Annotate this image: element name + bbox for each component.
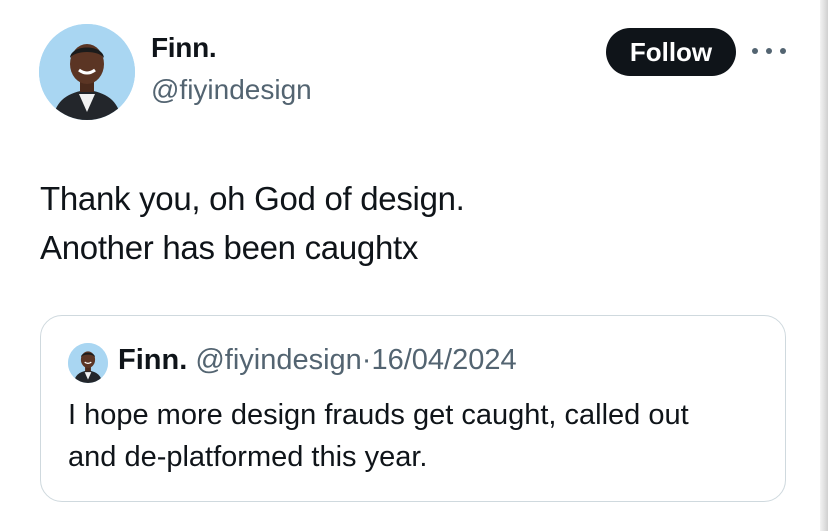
author-handle[interactable]: @fiyindesign xyxy=(151,74,312,106)
person-avatar-icon xyxy=(68,343,108,383)
scrollbar[interactable] xyxy=(820,0,828,531)
more-horizontal-icon[interactable] xyxy=(752,44,786,58)
author-avatar[interactable] xyxy=(39,24,135,120)
quoted-author-handle[interactable]: @fiyindesign xyxy=(195,344,361,376)
tweet-line: Thank you, oh God of design. xyxy=(40,180,465,217)
quoted-date[interactable]: 16/04/2024 xyxy=(371,344,516,376)
follow-button[interactable]: Follow xyxy=(606,28,736,76)
tweet-line: Another has been caughtx xyxy=(40,229,419,266)
more-dot xyxy=(780,48,786,54)
person-avatar-icon xyxy=(39,24,135,120)
more-dot xyxy=(766,48,772,54)
more-dot xyxy=(752,48,758,54)
author-name[interactable]: Finn. xyxy=(151,32,217,64)
quoted-author-avatar[interactable] xyxy=(68,343,108,383)
quoted-header: Finn. @fiyindesign·16/04/2024 xyxy=(118,344,517,377)
tweet-text: Thank you, oh God of design. Another has… xyxy=(40,174,465,272)
quoted-author-name[interactable]: Finn. xyxy=(118,344,187,376)
quoted-line: I hope more design frauds get caught, ca… xyxy=(68,399,689,431)
quoted-text: I hope more design frauds get caught, ca… xyxy=(68,394,689,478)
quoted-line: and de-platformed this year. xyxy=(68,441,428,473)
quoted-tweet[interactable]: Finn. @fiyindesign·16/04/2024 I hope mor… xyxy=(40,315,786,502)
